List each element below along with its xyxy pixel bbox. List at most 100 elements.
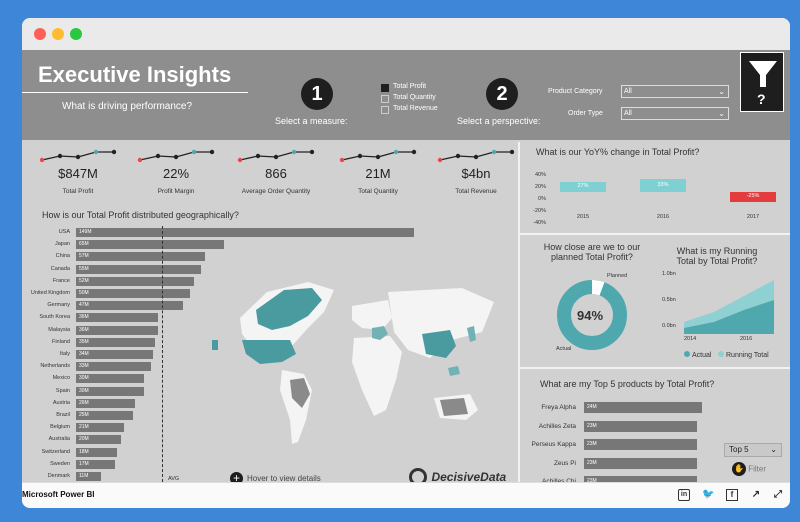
country-bar[interactable]: 57M (76, 252, 206, 262)
country-label: Germany (47, 302, 70, 309)
measure-total-profit[interactable]: Total Profit (393, 83, 426, 90)
app-name: Microsoft Power BI (22, 490, 95, 499)
bar-value-label: 17M (79, 460, 89, 467)
country-bar[interactable]: 55M (76, 264, 201, 274)
bar-value-label: 25M (79, 412, 89, 418)
donut-center-label: 94% (577, 308, 604, 323)
order-type-label: Order Type (568, 110, 603, 117)
linkedin-icon[interactable]: in (678, 489, 690, 501)
country-label: Belgium (50, 424, 70, 431)
country-bar[interactable]: 52M (76, 276, 195, 286)
kpi-value: 866 (265, 166, 287, 181)
product-bar[interactable]: 24M (584, 402, 702, 413)
country-bar[interactable]: 17M (76, 459, 115, 469)
minimize-window-button[interactable] (52, 28, 64, 40)
donut-planned-label: Planned (607, 273, 628, 279)
measure-total-revenue[interactable]: Total Revenue (393, 105, 438, 112)
filter-pane-button[interactable]: ? (740, 52, 784, 112)
country-bar[interactable]: 30M (76, 374, 145, 384)
sparkline-point (111, 149, 117, 155)
running-ytick-label: 0.0bn (662, 323, 676, 329)
legend-dot (718, 351, 724, 357)
country-bar[interactable]: 149M (76, 228, 415, 237)
plan-chart-title-line: How close are we to our planned Total Pr… (533, 242, 651, 262)
yoy-xtick-label: 2015 (576, 214, 590, 220)
bar-value-label: 35M (79, 338, 89, 345)
product-label: Zeus Pi (553, 459, 576, 467)
sparkline-point (455, 153, 461, 159)
country-label: Malaysia (48, 326, 70, 333)
sparkline-point (393, 149, 399, 155)
sparkline-point (291, 149, 297, 155)
product-label: Freya Alpha (541, 404, 576, 411)
country-bar[interactable]: 35M (76, 337, 156, 347)
yoy-bar[interactable]: 27% (560, 181, 606, 192)
facebook-icon[interactable]: f (726, 489, 738, 501)
step2-label: Select a perspective: (457, 116, 541, 126)
kpi-label: Profit Margin (157, 188, 195, 195)
yoy-bar[interactable]: -25% (730, 192, 776, 202)
country-bar[interactable]: 18M (76, 447, 117, 457)
yoy-bar[interactable]: 33% (640, 179, 686, 192)
country-label: Brazil (56, 412, 70, 418)
top5-chart-title: What are my Top 5 products by Total Prof… (540, 379, 715, 389)
country-bar[interactable]: 47M (76, 301, 183, 311)
country-label: Netherlands (40, 363, 70, 370)
running-area-plot (684, 280, 774, 334)
order-type-dropdown[interactable]: All ⌄ (621, 107, 729, 120)
world-map[interactable] (212, 270, 502, 450)
country-bar[interactable]: 50M (76, 289, 190, 298)
title-underline (22, 92, 248, 93)
top-n-dropdown[interactable]: Top 5 ⌄ (724, 443, 782, 457)
product-bar[interactable]: 23M (584, 439, 697, 450)
country-bar[interactable]: 20M (76, 435, 122, 445)
kpi-value: $4bn (461, 166, 491, 181)
country-bar[interactable]: 33M (76, 362, 151, 372)
report-canvas: Executive Insights What is driving perfo… (22, 50, 790, 488)
country-bar[interactable]: 30M (76, 386, 145, 396)
bar-value-label: 149M (79, 229, 92, 235)
measure-checkbox-total-revenue[interactable] (381, 106, 389, 114)
filter-label: Filter (748, 464, 767, 474)
bar-value-label: 47M (79, 302, 89, 309)
twitter-icon[interactable]: 🐦 (702, 489, 714, 501)
step1-label: Select a measure: (275, 116, 348, 126)
country-bar[interactable]: 11M (76, 472, 101, 481)
step2-badge: 2 (486, 78, 518, 110)
report-header: Executive Insights What is driving perfo… (22, 50, 790, 140)
bar-value-label: 26M (79, 399, 89, 406)
close-window-button[interactable] (34, 28, 46, 40)
country-bar[interactable]: 21M (76, 423, 124, 433)
product-bar[interactable]: 23M (584, 420, 697, 432)
filter-button[interactable]: ✋ Filter (732, 462, 766, 476)
product-category-dropdown[interactable]: All ⌄ (621, 85, 729, 98)
sparkline-point (357, 153, 363, 159)
country-bar[interactable]: 36M (76, 313, 158, 323)
country-bar[interactable]: 36M (76, 325, 158, 335)
country-label: Sweden (50, 460, 70, 467)
country-bar[interactable]: 26M (76, 398, 136, 408)
page-subtitle: What is driving performance? (62, 101, 193, 112)
fullscreen-icon[interactable]: ⤢ (772, 489, 784, 501)
bar-value-label: 20M (79, 436, 89, 443)
bar-value-label: 23M (587, 422, 597, 429)
section-divider (520, 367, 790, 369)
sparkline-point (509, 149, 515, 155)
country-label: Spain (55, 387, 70, 394)
measure-checkbox-total-quantity[interactable] (381, 95, 389, 103)
sparkline-point (491, 149, 497, 155)
running-legend-item: Running Total (718, 351, 769, 359)
measure-total-quantity[interactable]: Total Quantity (393, 94, 436, 101)
maximize-window-button[interactable] (70, 28, 82, 40)
product-bar[interactable]: 23M (584, 457, 697, 469)
country-bar[interactable]: 65M (76, 240, 224, 250)
yoy-ytick-label: 20% (534, 184, 546, 190)
country-bar[interactable]: 25M (76, 411, 133, 420)
country-bar[interactable]: 34M (76, 350, 154, 359)
yoy-bar-label: 33% (657, 181, 669, 188)
bar-value-label: 55M (79, 265, 89, 272)
bar-value-label: 33M (79, 363, 89, 370)
measure-checkbox-total-profit[interactable] (381, 84, 389, 92)
kpi-sparkline (237, 149, 315, 163)
share-icon[interactable]: ↗ (750, 489, 762, 501)
